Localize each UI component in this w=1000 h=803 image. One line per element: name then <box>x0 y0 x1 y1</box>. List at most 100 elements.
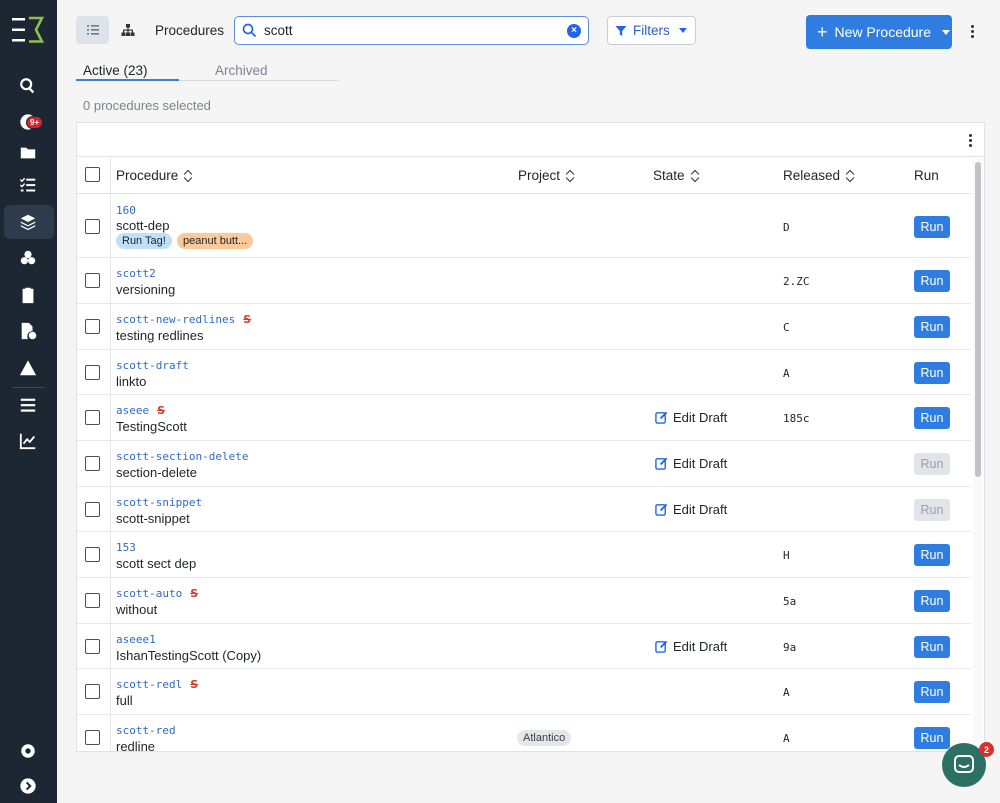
run-button[interactable]: Run <box>914 216 950 238</box>
clock-file-icon[interactable] <box>14 317 42 345</box>
redline-icon: S <box>243 313 252 326</box>
table-options-icon[interactable] <box>965 133 975 147</box>
folder-icon[interactable] <box>14 139 42 167</box>
procedure-id: scott-snippet <box>116 496 203 509</box>
row-checkbox[interactable] <box>85 273 100 288</box>
row-checkbox[interactable] <box>85 730 100 745</box>
filters-button[interactable]: Filters <box>607 16 696 45</box>
expand-icon[interactable] <box>14 772 42 800</box>
row-checkbox[interactable] <box>85 684 100 699</box>
edit-draft-link[interactable]: Edit Draft <box>655 410 727 425</box>
row-checkbox[interactable] <box>85 219 100 234</box>
row-checkbox[interactable] <box>85 639 100 654</box>
table-row[interactable]: aseee S TestingScott Edit Draft 185c Run <box>77 395 971 441</box>
table-row[interactable]: 153 scott sect dep H Run <box>77 532 971 578</box>
run-button[interactable]: Run <box>914 407 950 429</box>
column-released[interactable]: Released <box>783 168 855 183</box>
released-version: C <box>783 321 790 334</box>
table-row[interactable]: scott-section-delete section-delete Edit D… <box>77 441 971 487</box>
column-procedure[interactable]: Procedure <box>116 168 193 183</box>
edit-draft-link[interactable]: Edit Draft <box>655 502 727 517</box>
filter-icon <box>615 25 627 36</box>
more-options-icon[interactable] <box>967 24 977 39</box>
row-checkbox[interactable] <box>85 502 100 517</box>
procedure-id-link[interactable]: aseee S <box>116 404 165 417</box>
components-icon[interactable] <box>14 244 42 272</box>
app-logo[interactable] <box>12 16 46 44</box>
clipboard-icon[interactable] <box>14 281 42 309</box>
selection-status: 0 procedures selected <box>83 98 211 113</box>
menu-icon[interactable] <box>14 391 42 419</box>
table-row[interactable]: scott-draft linkto A Run <box>77 350 971 395</box>
tag-badge[interactable]: peanut butt... <box>177 233 254 249</box>
state-label: Edit Draft <box>673 639 728 654</box>
settings-icon[interactable] <box>14 737 42 765</box>
alert-icon[interactable] <box>14 354 42 382</box>
procedure-id-link[interactable]: aseee1 <box>116 633 156 646</box>
row-checkbox[interactable] <box>85 365 100 380</box>
edit-icon <box>655 640 668 653</box>
search-icon[interactable] <box>14 72 42 100</box>
table-row[interactable]: scott-red redline Atlantico A Run <box>77 715 971 751</box>
column-project[interactable]: Project <box>518 168 575 183</box>
hierarchy-icon <box>121 24 135 36</box>
clear-search-icon[interactable]: × <box>567 24 581 38</box>
tab-active[interactable]: Active (23) <box>83 63 148 78</box>
procedure-id: scott-new-redlines <box>116 313 236 326</box>
table-header: Procedure Project State Released Run <box>77 157 971 194</box>
scrollbar-thumb[interactable] <box>975 162 981 477</box>
run-button[interactable]: Run <box>914 544 950 566</box>
table-row[interactable]: scott-redl Sfull A Run <box>77 669 971 715</box>
procedure-id-link[interactable]: scott2 <box>116 267 156 280</box>
run-button[interactable]: Run <box>914 362 950 384</box>
edit-draft-link[interactable]: Edit Draft <box>655 456 727 471</box>
table-row[interactable]: scott-auto Swithout 5a Run <box>77 578 971 624</box>
procedure-id-link[interactable]: scott-auto S <box>116 587 198 600</box>
row-checkbox[interactable] <box>85 410 100 425</box>
filters-label: Filters <box>633 23 670 38</box>
run-tag[interactable]: Run Tag! <box>116 233 172 249</box>
procedures-icon[interactable] <box>14 208 42 236</box>
table-row[interactable]: scott2 versioning 2.ZC Run <box>77 258 971 304</box>
run-button[interactable]: Run <box>914 727 950 749</box>
list-icon <box>86 25 99 35</box>
column-state[interactable]: State <box>653 168 700 183</box>
table-row[interactable]: 160 scott-dep Run Tag! peanut butt... D Run <box>77 195 971 258</box>
analytics-icon[interactable] <box>14 427 42 455</box>
table-row[interactable]: scott-snippet scott-snippet Edit Draft Run <box>77 487 971 532</box>
procedure-id-link[interactable]: scott-redl S <box>116 678 198 691</box>
checklist-icon[interactable] <box>14 171 42 199</box>
procedure-id-link[interactable]: 160 <box>116 204 136 217</box>
procedure-id-link[interactable]: 153 <box>116 541 136 554</box>
run-button[interactable]: Run <box>914 270 950 292</box>
procedure-id-link[interactable]: scott-section-delete <box>116 450 248 463</box>
procedure-id: aseee <box>116 404 150 417</box>
procedure-id-link[interactable]: scott-new-redlines S <box>116 313 251 326</box>
new-procedure-label: New Procedure <box>834 24 932 40</box>
new-procedure-button[interactable]: + New Procedure <box>806 15 952 49</box>
procedure-id-link[interactable]: scott-draft <box>116 359 189 372</box>
run-button[interactable]: Run <box>914 636 950 658</box>
list-view-button[interactable] <box>76 16 109 44</box>
procedure-id-link[interactable]: scott-red <box>116 724 176 737</box>
procedure-id-link[interactable]: scott-snippet <box>116 496 202 509</box>
select-all-checkbox[interactable] <box>85 167 100 182</box>
search-input[interactable] <box>264 21 554 40</box>
run-button[interactable]: Run <box>914 681 950 703</box>
breadcrumb[interactable]: Procedures <box>155 23 224 38</box>
row-checkbox[interactable] <box>85 456 100 471</box>
tree-view-button[interactable] <box>119 21 137 39</box>
procedure-name: scott-dep <box>116 218 170 233</box>
tab-archived[interactable]: Archived <box>215 63 268 78</box>
edit-draft-link[interactable]: Edit Draft <box>655 639 727 654</box>
row-checkbox[interactable] <box>85 593 100 608</box>
project-badge[interactable]: Atlantico <box>517 730 572 746</box>
run-button[interactable]: Run <box>914 590 950 612</box>
table-row[interactable]: scott-new-redlines Stesting redlines C Run <box>77 304 971 350</box>
column-run-label: Run <box>914 168 939 183</box>
row-checkbox[interactable] <box>85 319 100 334</box>
scrollbar[interactable] <box>973 158 983 751</box>
run-button[interactable]: Run <box>914 316 950 338</box>
row-checkbox[interactable] <box>85 547 100 562</box>
table-row[interactable]: aseee1 IshanTestingScott (Copy) Edit Draft… <box>77 624 971 669</box>
